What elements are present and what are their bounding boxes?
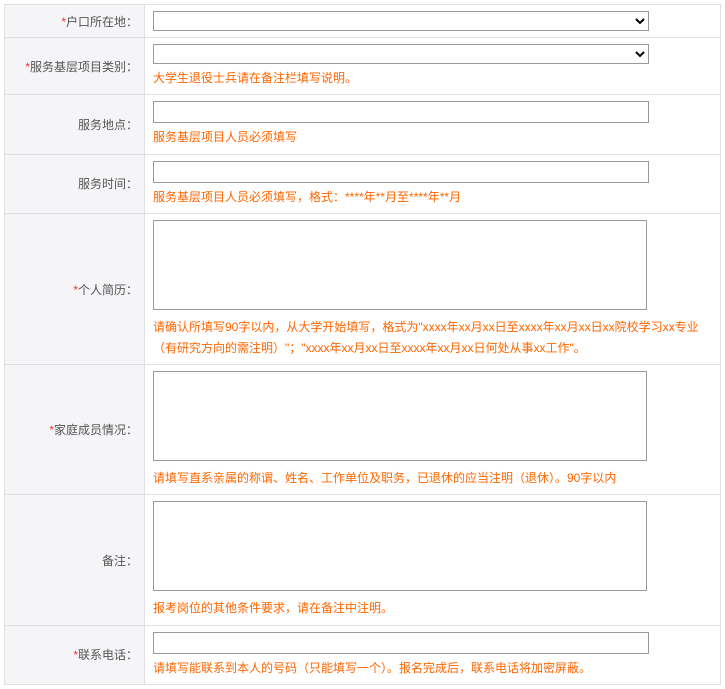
- label-remark: 备注：: [5, 495, 145, 625]
- label-text: 个人简历：: [78, 283, 138, 297]
- label-text: 户口所在地：: [66, 15, 138, 29]
- label-text: 服务地点：: [78, 118, 138, 132]
- row-phone: *联系电话： 请填写能联系到本人的号码（只能填写一个）。报名完成后，联系电话将加…: [5, 625, 721, 684]
- row-location: 服务地点： 服务基层项目人员必须填写: [5, 95, 721, 154]
- label-text: 备注：: [102, 554, 138, 568]
- hint-category: 大学生退役士兵请在备注栏填写说明。: [153, 68, 712, 88]
- hint-family: 请填写直系亲属的称谓、姓名、工作单位及职务，已退休的应当注明（退休）。90字以内: [153, 468, 712, 488]
- hukou-select[interactable]: [153, 11, 649, 31]
- cell-time: 服务基层项目人员必须填写，格式：****年**月至****年**月: [145, 154, 721, 213]
- hint-phone: 请填写能联系到本人的号码（只能填写一个）。报名完成后，联系电话将加密屏蔽。: [153, 658, 712, 678]
- cell-phone: 请填写能联系到本人的号码（只能填写一个）。报名完成后，联系电话将加密屏蔽。: [145, 625, 721, 684]
- category-select[interactable]: [153, 44, 649, 64]
- row-remark: 备注： 报考岗位的其他条件要求，请在备注中注明。: [5, 495, 721, 625]
- row-hukou: *户口所在地：: [5, 5, 721, 38]
- label-family: *家庭成员情况：: [5, 364, 145, 494]
- row-family: *家庭成员情况： 请填写直系亲属的称谓、姓名、工作单位及职务，已退休的应当注明（…: [5, 364, 721, 494]
- label-location: 服务地点：: [5, 95, 145, 154]
- time-input[interactable]: [153, 161, 649, 183]
- row-resume: *个人简历： 请确认所填写90字以内，从大学开始填写，格式为"xxxx年xx月x…: [5, 214, 721, 365]
- label-category: *服务基层项目类别：: [5, 38, 145, 95]
- family-textarea[interactable]: [153, 371, 647, 461]
- label-resume: *个人简历：: [5, 214, 145, 365]
- label-text: 联系电话：: [78, 648, 138, 662]
- label-text: 服务基层项目类别：: [30, 60, 138, 74]
- cell-category: 大学生退役士兵请在备注栏填写说明。: [145, 38, 721, 95]
- cell-location: 服务基层项目人员必须填写: [145, 95, 721, 154]
- label-hukou: *户口所在地：: [5, 5, 145, 38]
- hint-remark: 报考岗位的其他条件要求，请在备注中注明。: [153, 598, 712, 618]
- phone-input[interactable]: [153, 632, 649, 654]
- hint-time: 服务基层项目人员必须填写，格式：****年**月至****年**月: [153, 187, 712, 207]
- cell-hukou: [145, 5, 721, 38]
- label-time: 服务时间：: [5, 154, 145, 213]
- cell-remark: 报考岗位的其他条件要求，请在备注中注明。: [145, 495, 721, 625]
- form-table: *户口所在地： *服务基层项目类别： 大学生退役士兵请在备注栏填写说明。 服务地…: [4, 4, 721, 685]
- label-phone: *联系电话：: [5, 625, 145, 684]
- hint-location: 服务基层项目人员必须填写: [153, 127, 712, 147]
- location-input[interactable]: [153, 101, 649, 123]
- remark-textarea[interactable]: [153, 501, 647, 591]
- row-time: 服务时间： 服务基层项目人员必须填写，格式：****年**月至****年**月: [5, 154, 721, 213]
- row-category: *服务基层项目类别： 大学生退役士兵请在备注栏填写说明。: [5, 38, 721, 95]
- resume-textarea[interactable]: [153, 220, 647, 310]
- hint-resume: 请确认所填写90字以内，从大学开始填写，格式为"xxxx年xx月xx日至xxxx…: [153, 317, 712, 358]
- cell-resume: 请确认所填写90字以内，从大学开始填写，格式为"xxxx年xx月xx日至xxxx…: [145, 214, 721, 365]
- label-text: 家庭成员情况：: [54, 423, 138, 437]
- label-text: 服务时间：: [78, 177, 138, 191]
- cell-family: 请填写直系亲属的称谓、姓名、工作单位及职务，已退休的应当注明（退休）。90字以内: [145, 364, 721, 494]
